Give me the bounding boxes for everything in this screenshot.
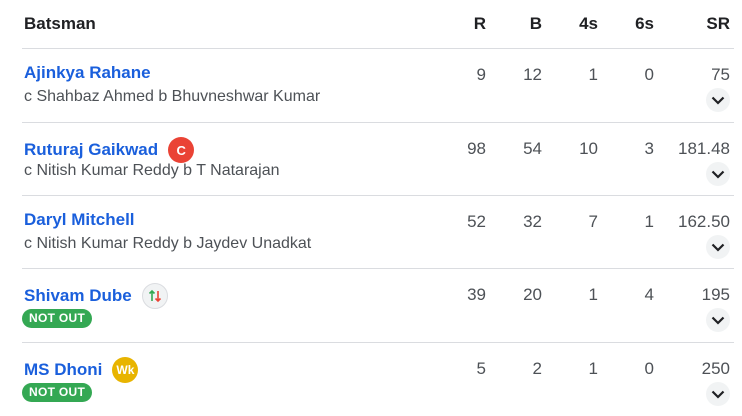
sixes: 1 bbox=[644, 212, 654, 231]
runs: 98 bbox=[467, 139, 486, 158]
strike-rate: 195 bbox=[701, 285, 730, 304]
header-batsman: Batsman bbox=[24, 14, 96, 33]
runs: 39 bbox=[467, 285, 486, 304]
runs: 52 bbox=[467, 212, 486, 231]
expand-icon[interactable] bbox=[706, 382, 730, 406]
dismissal-text: c Nitish Kumar Reddy b Jaydev Unadkat bbox=[24, 235, 312, 252]
balls: 54 bbox=[523, 139, 542, 158]
batsman-row[interactable]: Ruturaj Gaikwad C c Nitish Kumar Reddy b… bbox=[22, 123, 734, 196]
fours: 7 bbox=[588, 212, 598, 231]
runs: 5 bbox=[476, 359, 486, 378]
header-sixes: 6s bbox=[635, 14, 654, 33]
sixes: 4 bbox=[644, 285, 654, 304]
expand-icon[interactable] bbox=[706, 88, 730, 112]
substitute-arrows-icon bbox=[141, 283, 168, 309]
header-strike-rate: SR bbox=[706, 14, 730, 33]
dismissal-text: c Shahbaz Ahmed b Bhuvneshwar Kumar bbox=[24, 88, 321, 105]
batsman-row[interactable]: Shivam Dube NOT OUT 39 20 1 4 195 bbox=[22, 269, 734, 343]
batting-scorecard: Batsman R B 4s 6s SR Ajinkya Rahane c Sh… bbox=[22, 0, 734, 416]
wicketkeeper-badge: Wk bbox=[112, 357, 139, 383]
fours: 1 bbox=[588, 285, 598, 304]
batsman-name[interactable]: MS Dhoni Wk bbox=[24, 357, 139, 383]
batsman-name[interactable]: Shivam Dube bbox=[24, 283, 168, 309]
batsman-name[interactable]: Ajinkya Rahane bbox=[24, 63, 151, 83]
fours: 10 bbox=[579, 139, 598, 158]
sixes: 0 bbox=[644, 359, 654, 378]
balls: 2 bbox=[532, 359, 542, 378]
fours: 1 bbox=[588, 65, 598, 84]
header-balls: B bbox=[529, 14, 542, 33]
balls: 32 bbox=[523, 212, 542, 231]
batsman-name[interactable]: Daryl Mitchell bbox=[24, 210, 135, 230]
balls: 20 bbox=[523, 285, 542, 304]
balls: 12 bbox=[523, 65, 542, 84]
header-runs: R bbox=[473, 14, 486, 33]
batsman-row[interactable]: Ajinkya Rahane c Shahbaz Ahmed b Bhuvnes… bbox=[22, 49, 734, 123]
strike-rate: 162.50 bbox=[678, 212, 730, 231]
dismissal-text: c Nitish Kumar Reddy b T Natarajan bbox=[24, 162, 280, 179]
scorecard-header: Batsman R B 4s 6s SR bbox=[22, 0, 734, 49]
captain-badge: C bbox=[168, 137, 195, 163]
strike-rate: 181.48 bbox=[678, 139, 730, 158]
not-out-badge: NOT OUT bbox=[22, 383, 93, 402]
not-out-badge: NOT OUT bbox=[22, 309, 93, 328]
sixes: 0 bbox=[644, 65, 654, 84]
batsman-row[interactable]: MS Dhoni Wk NOT OUT 5 2 1 0 250 bbox=[22, 343, 734, 416]
fours: 1 bbox=[588, 359, 598, 378]
runs: 9 bbox=[476, 65, 486, 84]
expand-icon[interactable] bbox=[706, 162, 730, 186]
batsman-row[interactable]: Daryl Mitchell c Nitish Kumar Reddy b Ja… bbox=[22, 196, 734, 269]
strike-rate: 75 bbox=[711, 65, 730, 84]
expand-icon[interactable] bbox=[706, 308, 730, 332]
expand-icon[interactable] bbox=[706, 235, 730, 259]
batsman-name[interactable]: Ruturaj Gaikwad C bbox=[24, 137, 195, 163]
header-fours: 4s bbox=[579, 14, 598, 33]
strike-rate: 250 bbox=[701, 359, 730, 378]
sixes: 3 bbox=[644, 139, 654, 158]
